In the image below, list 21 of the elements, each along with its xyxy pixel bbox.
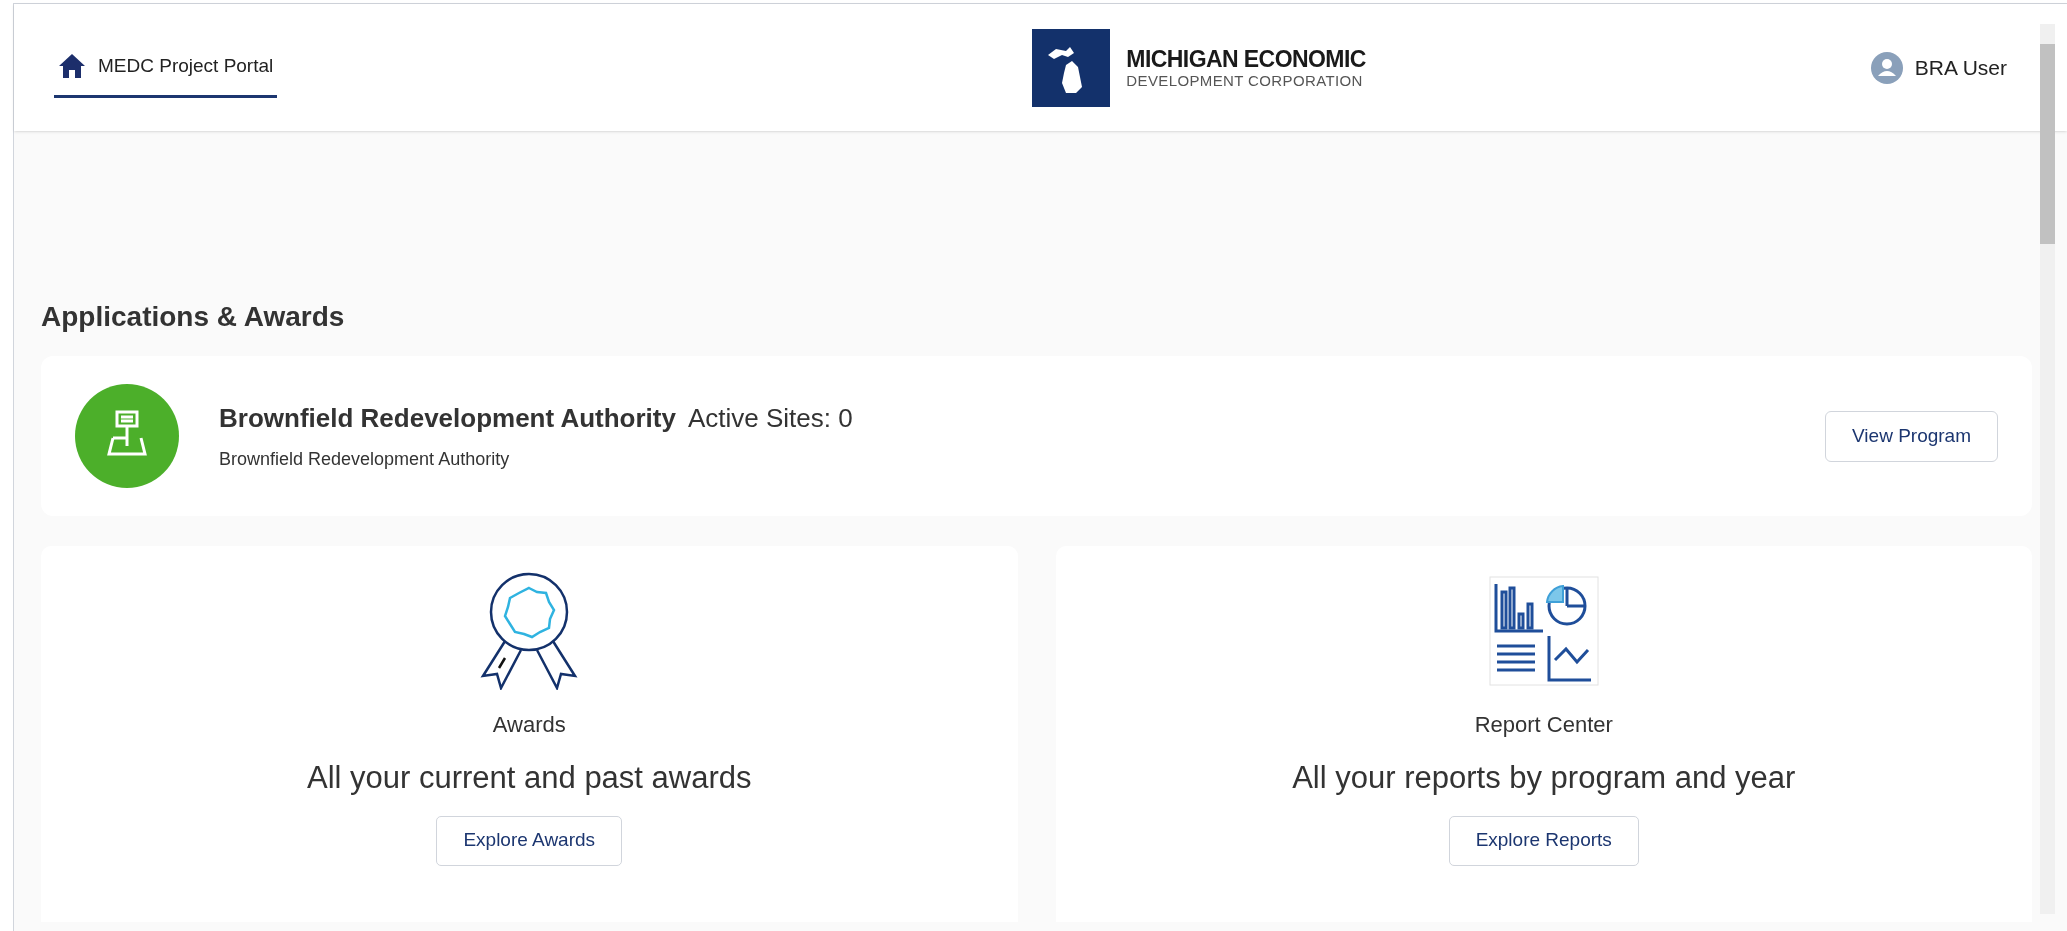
explore-button[interactable]: Explore Reports	[1448, 815, 1639, 866]
section-title: Applications & Awards	[41, 300, 346, 334]
map-icon	[75, 384, 179, 488]
view-program-button[interactable]: View Program	[1825, 410, 1998, 462]
home-icon	[58, 53, 86, 79]
scrollbar[interactable]	[2040, 24, 2055, 914]
logo-icon	[1032, 28, 1111, 107]
user-avatar-icon	[1870, 51, 1903, 84]
tile-description: All your reports by program and year	[1292, 759, 1796, 797]
program-name: Brownfield Redevelopment Authority	[219, 402, 676, 435]
logo-text: MICHIGAN ECONOMIC	[1126, 47, 1366, 71]
user-name[interactable]: BRA User	[1914, 51, 2007, 84]
tile-description: All your current and past awards	[306, 759, 752, 797]
tile-title: Awards	[492, 711, 566, 739]
logo-subtext: DEVELOPMENT CORPORATION	[1126, 72, 1364, 88]
program-subtitle: Brownfield Redevelopment Authority	[219, 448, 511, 471]
nav-link[interactable]: MEDC Project Portal	[54, 37, 278, 98]
active-sites: Active Sites: 0	[687, 402, 853, 435]
explore-button[interactable]: Explore Awards	[436, 815, 623, 866]
tile-title: Report Center	[1474, 711, 1613, 739]
charts-icon	[1488, 576, 1599, 686]
